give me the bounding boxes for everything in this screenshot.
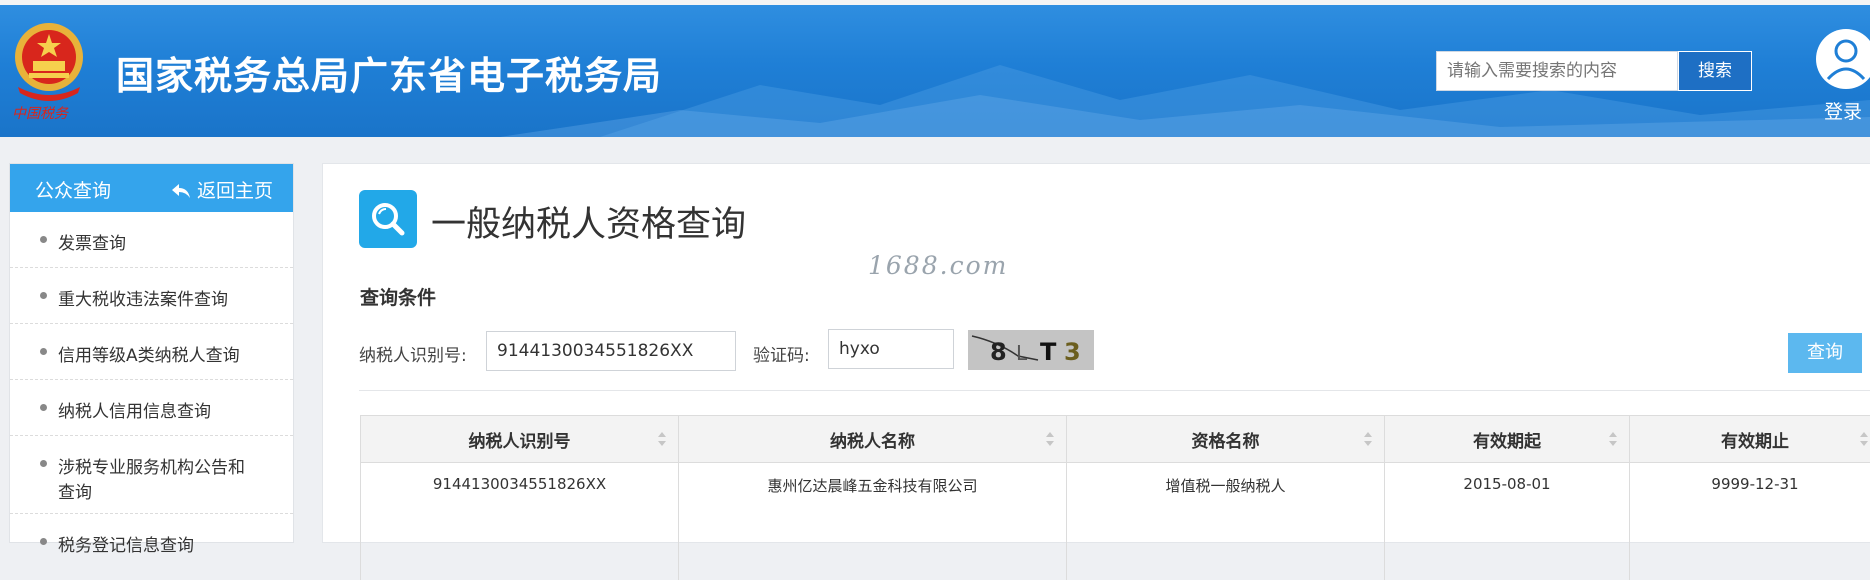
search-input[interactable] [1436, 51, 1678, 91]
sidebar-item-credit-a[interactable]: 信用等级A类纳税人查询 [10, 324, 293, 380]
sidebar-item-label-line1: 涉税专业服务机构公告和 [58, 453, 245, 478]
bullet-icon [40, 538, 47, 545]
captcha-input[interactable] [828, 329, 954, 369]
emblem-caption: 中国税务 [12, 103, 68, 123]
sidebar-item-credit-info[interactable]: 纳税人信用信息查询 [10, 380, 293, 436]
back-home-label: 返回主页 [197, 180, 273, 202]
column-header-valid-to[interactable]: 有效期止 [1630, 416, 1870, 463]
main-panel: 一般纳税人资格查询 1688.com 查询条件 纳税人识别号: 验证码: 8 L… [322, 163, 1870, 543]
table-header-row: 纳税人识别号 纳税人名称 资格名称 有效期起 有效期止 [361, 416, 1870, 463]
cell-taxpayer-name: 惠州亿达晨峰五金科技有限公司 [679, 463, 1067, 521]
column-header-taxpayer-name[interactable]: 纳税人名称 [679, 416, 1067, 463]
sidebar-item-tax-violation[interactable]: 重大税收违法案件查询 [10, 268, 293, 324]
sidebar-title: 公众查询 [35, 176, 111, 203]
captcha-char: 3 [1064, 338, 1081, 366]
captcha-char: 8 [990, 338, 1007, 366]
sidebar-item-label: 信用等级A类纳税人查询 [58, 341, 240, 366]
cell-valid-to: 9999-12-31 [1630, 463, 1870, 521]
sidebar-header: 公众查询 返回主页 [10, 164, 293, 212]
sort-icon[interactable] [1609, 431, 1617, 447]
search-button[interactable]: 搜索 [1678, 51, 1752, 91]
site-title: 国家税务总局广东省电子税务局 [116, 45, 662, 100]
sort-icon[interactable] [1046, 431, 1054, 447]
sidebar: 公众查询 返回主页 发票查询 重大税收违法案件查询 信用等级A类纳税人查询 纳税… [9, 163, 294, 543]
divider [359, 390, 1870, 391]
national-emblem-icon: 中国税务 [8, 17, 90, 123]
page-title: 一般纳税人资格查询 [431, 196, 746, 247]
back-home-link[interactable]: 返回主页 [171, 176, 273, 203]
query-button[interactable]: 查询 [1788, 333, 1862, 373]
column-header-valid-from[interactable]: 有效期起 [1385, 416, 1630, 463]
taxpayer-id-label: 纳税人识别号: [359, 341, 467, 366]
column-header-qualification[interactable]: 资格名称 [1067, 416, 1385, 463]
captcha-image[interactable]: 8 L T 3 [968, 330, 1094, 370]
query-conditions-label: 查询条件 [360, 283, 436, 310]
watermark: 1688.com [868, 251, 1008, 280]
bullet-icon [40, 348, 47, 355]
cell-taxpayer-id: 9144130034551826XX [361, 463, 679, 521]
results-table: 纳税人识别号 纳税人名称 资格名称 有效期起 有效期止 914413003455… [360, 415, 1870, 580]
sidebar-item-label-line2: 查询 [58, 478, 92, 503]
column-header-taxpayer-id[interactable]: 纳税人识别号 [361, 416, 679, 463]
search-magnifier-icon [359, 190, 417, 248]
sidebar-item-label: 发票查询 [58, 229, 126, 254]
captcha-char: L [1016, 341, 1028, 365]
sidebar-item-label: 重大税收违法案件查询 [58, 285, 228, 310]
table-row: 9144130034551826XX 惠州亿达晨峰五金科技有限公司 增值税一般纳… [361, 463, 1870, 521]
taxpayer-id-input[interactable] [486, 331, 736, 371]
table-row-spacer [361, 520, 1870, 580]
sidebar-item-label: 纳税人信用信息查询 [58, 397, 211, 422]
back-arrow-icon [171, 183, 191, 199]
site-header: 中国税务 国家税务总局广东省电子税务局 搜索 登录 [0, 5, 1870, 137]
login-link[interactable]: 登录 [1824, 97, 1862, 124]
bullet-icon [40, 460, 47, 467]
sort-icon[interactable] [658, 431, 666, 447]
bullet-icon [40, 404, 47, 411]
sidebar-item-label: 税务登记信息查询 [58, 531, 194, 556]
cell-valid-from: 2015-08-01 [1385, 463, 1630, 521]
bullet-icon [40, 292, 47, 299]
sidebar-item-registration[interactable]: 税务登记信息查询 [10, 514, 293, 570]
user-avatar-icon[interactable] [1816, 29, 1870, 89]
sort-icon[interactable] [1860, 431, 1868, 447]
captcha-char: T [1040, 338, 1057, 366]
sort-icon[interactable] [1364, 431, 1372, 447]
captcha-label: 验证码: [753, 341, 810, 366]
sidebar-item-invoice[interactable]: 发票查询 [10, 212, 293, 268]
bullet-icon [40, 236, 47, 243]
sidebar-item-service-agency[interactable]: 涉税专业服务机构公告和 查询 [10, 436, 293, 514]
cell-qualification: 增值税一般纳税人 [1067, 463, 1385, 521]
